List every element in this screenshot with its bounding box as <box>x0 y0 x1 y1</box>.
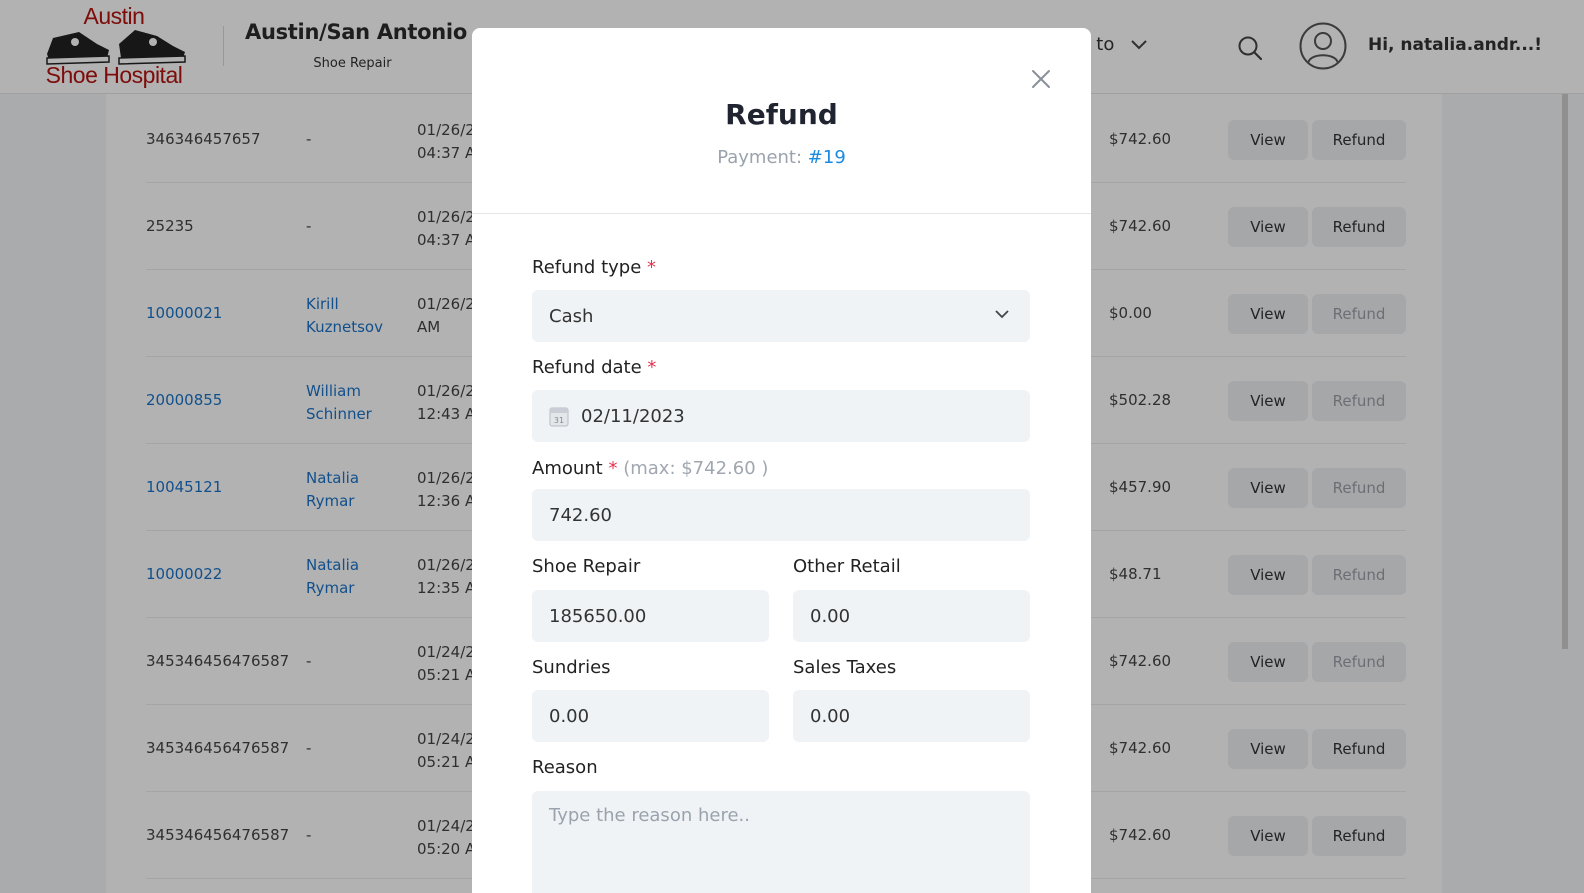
reason-label: Reason <box>532 757 598 778</box>
amount-label-text: Amount <box>532 458 603 479</box>
chevron-down-icon <box>995 310 1009 319</box>
svg-text:31: 31 <box>554 416 564 425</box>
amount-value: 742.60 <box>549 504 612 526</box>
payment-reference: Payment: #19 <box>472 147 1091 168</box>
amount-max-hint: (max: $742.60 ) <box>623 458 769 479</box>
refund-type-label-text: Refund type <box>532 257 642 278</box>
refund-modal: Refund Payment: #19 Refund type * Cash R… <box>472 28 1091 893</box>
sales-taxes-label: Sales Taxes <box>793 657 897 678</box>
refund-date-label: Refund date * <box>532 357 656 378</box>
shoe-repair-label: Shoe Repair <box>532 556 641 577</box>
refund-type-select[interactable]: Cash <box>532 290 1030 342</box>
reason-textarea[interactable] <box>532 791 1030 893</box>
close-icon[interactable] <box>1028 66 1054 92</box>
required-mark: * <box>647 257 657 278</box>
refund-type-label: Refund type * <box>532 257 656 278</box>
calendar-icon[interactable]: 31 <box>549 405 569 427</box>
sales-taxes-input[interactable]: 0.00 <box>793 690 1030 742</box>
shoe-repair-input[interactable]: 185650.00 <box>532 590 769 642</box>
refund-type-value: Cash <box>549 305 594 327</box>
required-mark: * <box>608 458 618 479</box>
sales-taxes-value: 0.00 <box>810 705 851 727</box>
modal-divider <box>472 213 1091 214</box>
payment-id-link[interactable]: #19 <box>808 147 846 168</box>
other-retail-input[interactable]: 0.00 <box>793 590 1030 642</box>
payment-label: Payment: <box>717 147 803 168</box>
sundries-value: 0.00 <box>549 705 590 727</box>
other-retail-value: 0.00 <box>810 605 851 627</box>
refund-date-label-text: Refund date <box>532 357 642 378</box>
shoe-repair-value: 185650.00 <box>549 605 647 627</box>
modal-title: Refund <box>725 98 838 131</box>
other-retail-label: Other Retail <box>793 556 901 577</box>
required-mark: * <box>647 357 657 378</box>
refund-date-input[interactable]: 31 02/11/2023 <box>532 390 1030 442</box>
amount-label: Amount * (max: $742.60 ) <box>532 458 768 479</box>
sundries-label: Sundries <box>532 657 611 678</box>
amount-input[interactable]: 742.60 <box>532 489 1030 541</box>
refund-date-value: 02/11/2023 <box>581 405 685 427</box>
sundries-input[interactable]: 0.00 <box>532 690 769 742</box>
